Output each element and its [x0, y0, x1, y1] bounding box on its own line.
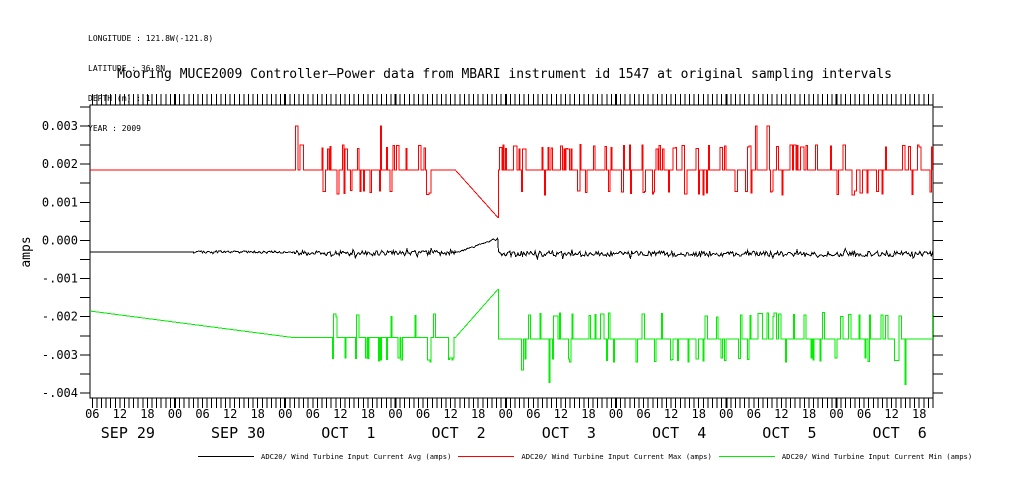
x-tick-label: 00: [609, 407, 623, 421]
x-date-label: OCT 1: [321, 424, 375, 442]
x-tick-label: 18: [691, 407, 705, 421]
series-line-min: [90, 289, 933, 384]
x-tick-label: 00: [719, 407, 733, 421]
x-tick-label: 06: [636, 407, 650, 421]
x-tick-label: 00: [278, 407, 292, 421]
legend-line-avg: [198, 456, 254, 457]
x-date-label: SEP 29: [101, 424, 155, 442]
legend-label-max: ADC20/ Wind Turbine Input Current Max (a…: [521, 452, 711, 461]
x-date-label: OCT 6: [873, 424, 927, 442]
legend-line-min: [719, 456, 775, 457]
x-tick-label: 18: [581, 407, 595, 421]
y-tick-label: 0.001: [42, 195, 78, 209]
x-tick-label: 00: [388, 407, 402, 421]
series-line-avg: [90, 238, 933, 259]
y-tick-label: -.002: [42, 310, 78, 324]
y-tick-label: -.004: [42, 386, 78, 400]
x-tick-label: 18: [250, 407, 264, 421]
chart: 0.003 0.002 0.001 0.000 -.001 -.002 -.003 -.004…: [0, 0, 1009, 504]
chart-legend: ADC20/ Wind Turbine Input Current Avg (a…: [198, 452, 972, 461]
x-tick-label: 06: [747, 407, 761, 421]
x-tick-label: 18: [361, 407, 375, 421]
x-tick-label: 12: [774, 407, 788, 421]
x-tick-label: 12: [554, 407, 568, 421]
series-line-max: [90, 126, 933, 218]
x-date-label: OCT 2: [432, 424, 486, 442]
x-tick-label: 06: [85, 407, 99, 421]
x-tick-label: 12: [443, 407, 457, 421]
x-tick-label: 06: [526, 407, 540, 421]
x-tick-label: 12: [884, 407, 898, 421]
x-tick-label: 06: [416, 407, 430, 421]
x-tick-label: 06: [306, 407, 320, 421]
legend-label-min: ADC20/ Wind Turbine Input Current Min (a…: [782, 452, 972, 461]
legend-line-max: [458, 456, 514, 457]
x-tick-label: 00: [829, 407, 843, 421]
x-tick-label: 06: [195, 407, 209, 421]
x-date-label: SEP 30: [211, 424, 265, 442]
x-date-label: OCT 4: [652, 424, 706, 442]
x-tick-label: 18: [912, 407, 926, 421]
x-tick-label: 06: [857, 407, 871, 421]
x-tick-label: 00: [499, 407, 513, 421]
x-tick-label: 18: [471, 407, 485, 421]
y-tick-label: 0.002: [42, 157, 78, 171]
y-tick-label: 0.003: [42, 119, 78, 133]
series-layer: [90, 126, 933, 384]
x-date-label: OCT 3: [542, 424, 596, 442]
x-tick-label: 12: [113, 407, 127, 421]
x-date-label: OCT 5: [762, 424, 816, 442]
legend-label-avg: ADC20/ Wind Turbine Input Current Avg (a…: [261, 452, 451, 461]
x-tick-label: 18: [140, 407, 154, 421]
x-tick-label: 12: [333, 407, 347, 421]
y-tick-label: 0.000: [42, 233, 78, 247]
x-tick-label: 18: [802, 407, 816, 421]
x-tick-label: 12: [223, 407, 237, 421]
plot-page: LONGITUDE : 121.8W(-121.8) LATITUDE : 36…: [0, 0, 1009, 504]
y-tick-label: -.003: [42, 348, 78, 362]
y-tick-label: -.001: [42, 272, 78, 286]
axes-layer: [80, 94, 943, 408]
x-tick-label: 00: [168, 407, 182, 421]
y-axis-title: amps: [19, 236, 34, 267]
x-tick-label: 12: [664, 407, 678, 421]
